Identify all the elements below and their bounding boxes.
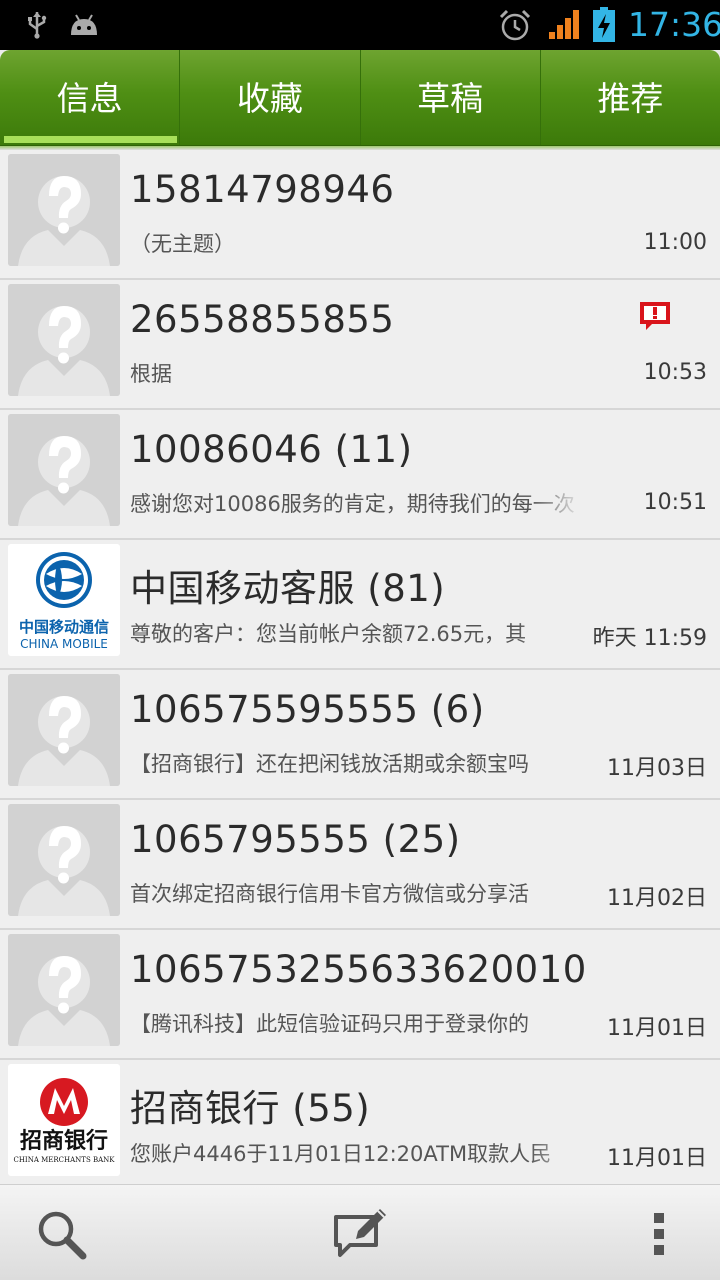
- conversation-row[interactable]: 1065753255633620010 【腾讯科技】此短信验证码只用于登录你的 …: [0, 930, 720, 1060]
- conversation-time: 11月03日: [607, 756, 707, 781]
- conversation-time: 10:53: [643, 360, 707, 385]
- conversation-time: 11月01日: [607, 1016, 707, 1041]
- compose-icon[interactable]: [332, 1205, 390, 1261]
- conversation-name: 1065795555 (25): [130, 818, 461, 861]
- signal-icon: [549, 10, 579, 39]
- conversation-snippet: 首次绑定招商银行信用卡官方微信或分享活: [130, 882, 529, 906]
- tab-messages[interactable]: 信息: [0, 50, 181, 145]
- conversation-row[interactable]: 15814798946 （无主题） 11:00: [0, 150, 720, 280]
- conversation-row[interactable]: 26558855855 根据 10:53: [0, 280, 720, 410]
- tab-favorites[interactable]: 收藏: [180, 50, 361, 145]
- logo-text-en: CHINA MOBILE: [20, 637, 108, 651]
- conversation-name: 招商银行 (55): [130, 1087, 371, 1130]
- tab-drafts[interactable]: 草稿: [361, 50, 541, 145]
- bottom-action-bar: [0, 1184, 720, 1280]
- send-failed-icon: [640, 302, 670, 330]
- conversation-name: 26558855855: [130, 298, 395, 341]
- tab-bar: 信息 收藏 草稿 推荐: [0, 50, 720, 146]
- battery-charging-icon: [593, 7, 615, 42]
- unknown-contact-icon: [8, 804, 120, 916]
- conversation-row[interactable]: 招商银行 CHINA MERCHANTS BANK 招商银行 (55) 您账户4…: [0, 1060, 720, 1190]
- conversation-time: 昨天 11:59: [592, 626, 707, 651]
- conversation-time: 10:51: [643, 490, 707, 515]
- conversation-time: 11月01日: [607, 1146, 707, 1171]
- conversation-snippet: 您账户4446于11月01日12:20ATM取款人民: [130, 1142, 552, 1166]
- status-bar: 17:36: [0, 0, 720, 50]
- conversation-snippet: 根据: [130, 362, 172, 386]
- android-debug-icon: [71, 14, 97, 35]
- search-icon[interactable]: [34, 1207, 88, 1261]
- usb-icon: [28, 12, 47, 39]
- unknown-contact-icon: [8, 674, 120, 786]
- conversation-name: 1065753255633620010: [130, 948, 587, 991]
- conversation-row[interactable]: 10086046 (11) 感谢您对10086服务的肯定，期待我们的每一次 10…: [0, 410, 720, 540]
- conversation-list: 15814798946 （无主题） 11:00 26558855855 根据 1…: [0, 150, 720, 1190]
- conversation-snippet: 尊敬的客户：您当前帐户余额72.65元，其: [130, 622, 527, 646]
- conversation-snippet: （无主题）: [130, 232, 235, 256]
- logo-text-en: CHINA MERCHANTS BANK: [13, 1156, 115, 1164]
- cmb-logo: 招商银行 CHINA MERCHANTS BANK: [8, 1064, 120, 1176]
- conversation-row[interactable]: 中国移动通信 CHINA MOBILE 中国移动客服 (81) 尊敬的客户：您当…: [0, 540, 720, 670]
- alarm-icon: [499, 9, 531, 41]
- clock: 17:36: [628, 5, 720, 44]
- logo-text-cn: 招商银行: [20, 1128, 108, 1154]
- conversation-name: 中国移动客服 (81): [130, 567, 446, 610]
- unknown-contact-icon: [8, 154, 120, 266]
- logo-text-cn: 中国移动通信: [19, 618, 109, 636]
- conversation-time: 11月02日: [607, 886, 707, 911]
- conversation-time: 11:00: [643, 230, 707, 255]
- conversation-name: 106575595555 (6): [130, 688, 485, 731]
- conversation-name: 10086046 (11): [130, 428, 413, 471]
- unknown-contact-icon: [8, 934, 120, 1046]
- tab-recommended[interactable]: 推荐: [541, 50, 720, 145]
- unknown-contact-icon: [8, 284, 120, 396]
- conversation-name: 15814798946: [130, 168, 395, 211]
- unknown-contact-icon: [8, 414, 120, 526]
- conversation-snippet: 【腾讯科技】此短信验证码只用于登录你的: [130, 1012, 529, 1036]
- conversation-snippet: 感谢您对10086服务的肯定，期待我们的每一次: [130, 492, 575, 516]
- conversation-snippet: 【招商银行】还在把闲钱放活期或余额宝吗: [130, 752, 529, 776]
- conversation-row[interactable]: 106575595555 (6) 【招商银行】还在把闲钱放活期或余额宝吗 11月…: [0, 670, 720, 800]
- conversation-row[interactable]: 1065795555 (25) 首次绑定招商银行信用卡官方微信或分享活 11月0…: [0, 800, 720, 930]
- overflow-menu-icon[interactable]: [648, 1211, 670, 1257]
- china-mobile-logo: 中国移动通信 CHINA MOBILE: [8, 544, 120, 656]
